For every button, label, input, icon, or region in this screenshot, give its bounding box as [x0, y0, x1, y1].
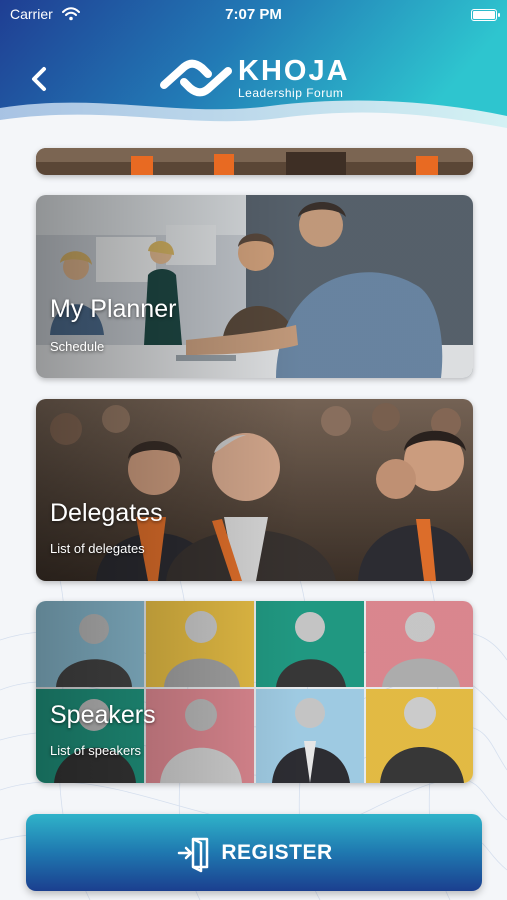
battery-icon	[471, 9, 500, 21]
card-title: My Planner	[50, 295, 177, 323]
partial-card-top[interactable]	[36, 148, 473, 175]
speakers-card[interactable]: Speakers List of speakers	[36, 601, 473, 783]
status-bar: Carrier 7:07 PM	[0, 6, 507, 26]
app-header: Carrier 7:07 PM KHOJA Leadership Forum	[0, 0, 507, 160]
khoja-logo: KHOJA Leadership Forum	[160, 52, 350, 104]
card-subtitle: List of delegates	[50, 541, 145, 556]
card-subtitle: Schedule	[50, 339, 105, 354]
register-label: REGISTER	[221, 840, 333, 864]
card-title: Speakers	[50, 701, 156, 729]
card-image	[36, 148, 473, 175]
back-button[interactable]	[22, 62, 56, 96]
register-button[interactable]: REGISTER	[26, 814, 482, 891]
status-time: 7:07 PM	[225, 6, 282, 23]
card-subtitle: List of speakers	[50, 743, 142, 758]
chevron-left-icon	[32, 67, 46, 91]
door-enter-icon	[178, 837, 209, 872]
logo-mark-icon	[160, 59, 232, 97]
logo-title: KHOJA	[238, 55, 350, 87]
my-planner-card[interactable]: My Planner Schedule	[36, 195, 473, 378]
card-title: Delegates	[50, 499, 163, 527]
delegates-card[interactable]: Delegates List of delegates	[36, 399, 473, 581]
logo-subtitle: Leadership Forum	[238, 86, 344, 100]
